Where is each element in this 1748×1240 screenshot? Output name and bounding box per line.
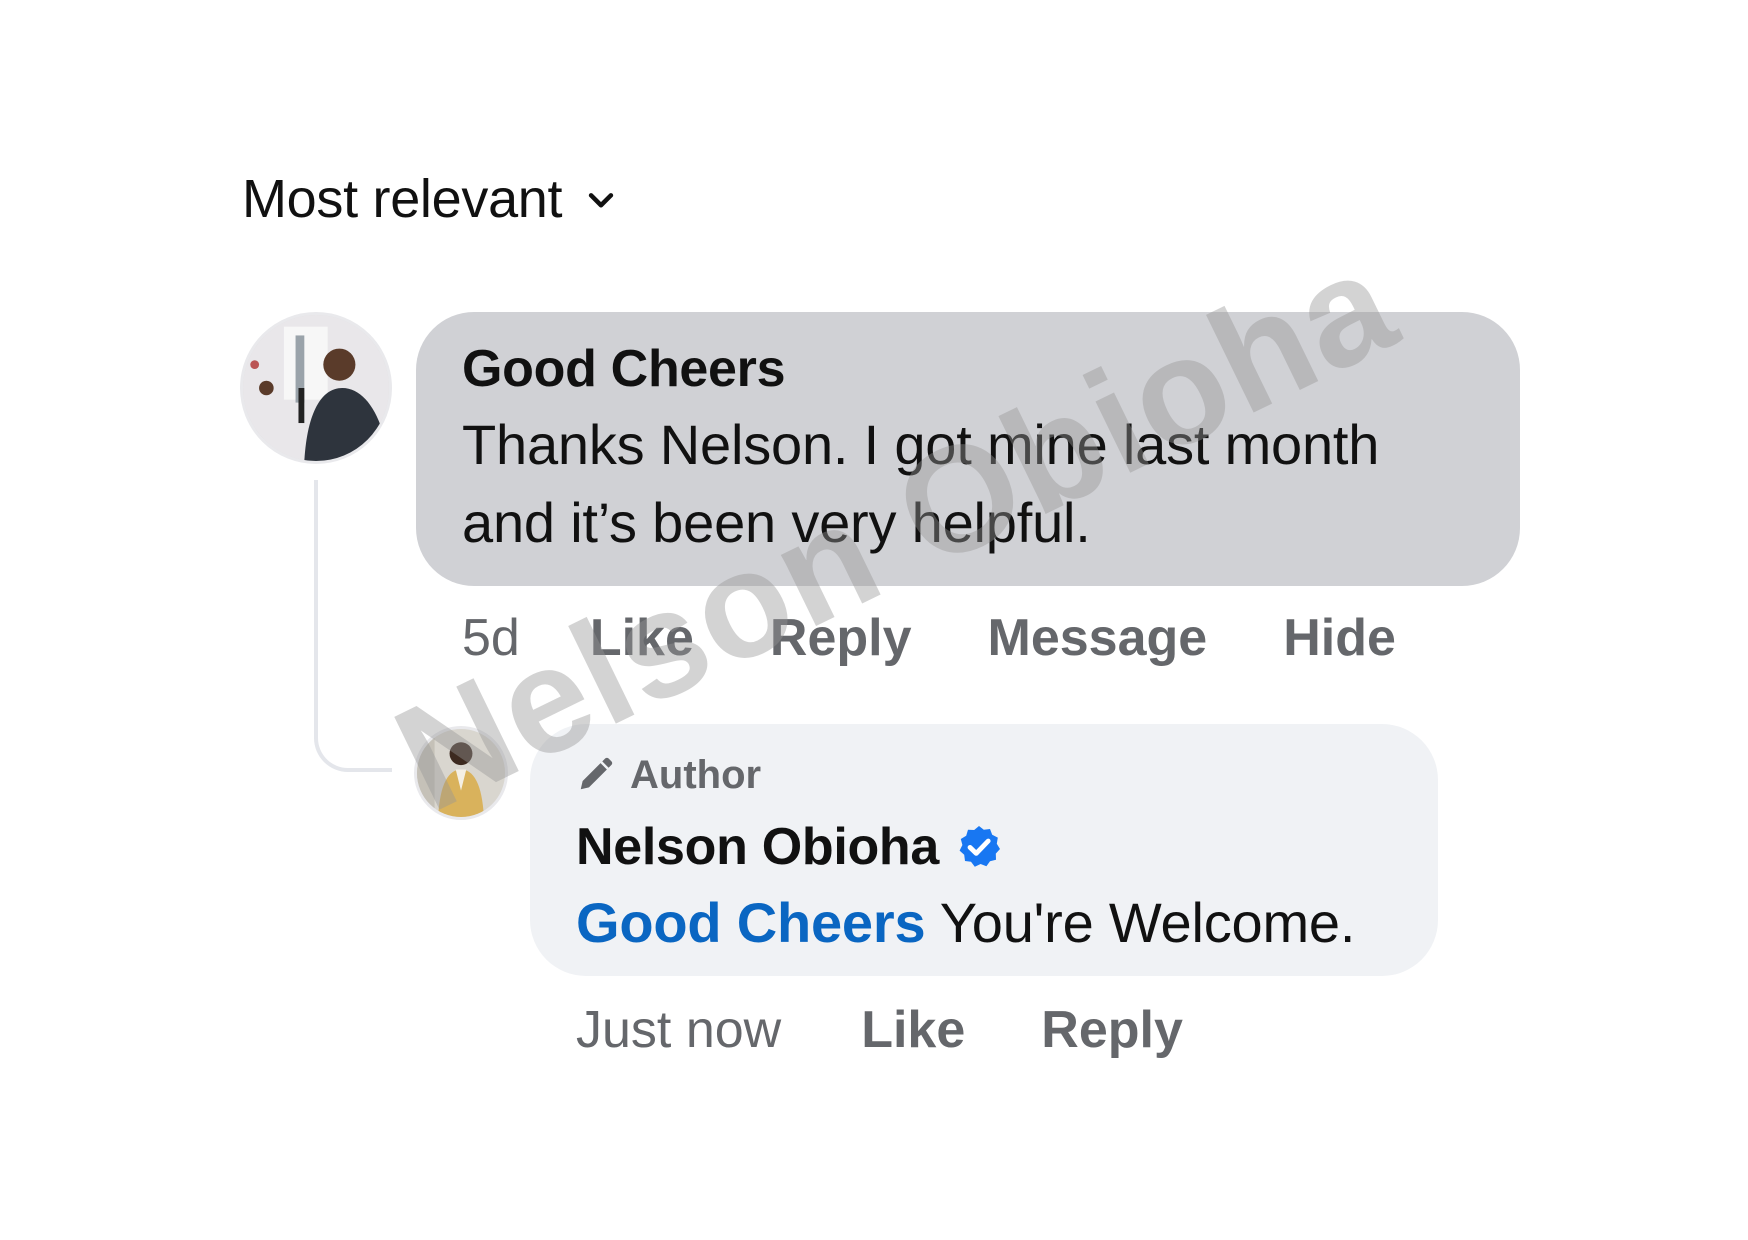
comment-timestamp[interactable]: 5d	[462, 608, 520, 668]
chevron-down-icon	[589, 193, 614, 208]
reply-avatar[interactable]	[414, 726, 508, 820]
verified-badge-icon	[959, 826, 1001, 867]
reply-actions: Just now Like Reply	[576, 1000, 1183, 1060]
comment-bubble: Good Cheers Thanks Nelson. I got mine la…	[416, 312, 1520, 586]
sort-label: Most relevant	[242, 169, 563, 229]
sort-dropdown[interactable]: Most relevant	[242, 168, 618, 230]
reply-timestamp[interactable]: Just now	[576, 1000, 781, 1060]
message-button[interactable]: Message	[988, 608, 1208, 668]
reply-button[interactable]: Reply	[1041, 1000, 1183, 1060]
avatar[interactable]	[240, 312, 392, 464]
reply-text: Good Cheers You're Welcome.	[576, 888, 1392, 958]
avatar-photo	[243, 315, 389, 461]
comment-author-name[interactable]: Good Cheers	[462, 338, 1474, 400]
thread-connector	[314, 480, 392, 772]
hide-button[interactable]: Hide	[1283, 608, 1396, 668]
mention-link[interactable]: Good Cheers	[576, 891, 926, 954]
reply-author-name[interactable]: Nelson Obioha	[576, 816, 939, 878]
comment-actions: 5d Like Reply Message Hide	[462, 608, 1396, 668]
comment-text: Thanks Nelson. I got mine last month and…	[462, 413, 1380, 554]
reply-button[interactable]: Reply	[770, 608, 912, 668]
reply-message: You're Welcome.	[925, 891, 1356, 954]
author-badge-label: Author	[630, 752, 762, 797]
reply-bubble: Author Nelson Obioha Good Cheers You're …	[530, 724, 1438, 976]
like-button[interactable]: Like	[590, 608, 694, 668]
pencil-icon	[580, 757, 613, 790]
avatar-photo	[417, 729, 505, 817]
author-badge: Author	[576, 752, 1392, 798]
like-button[interactable]: Like	[861, 1000, 965, 1060]
